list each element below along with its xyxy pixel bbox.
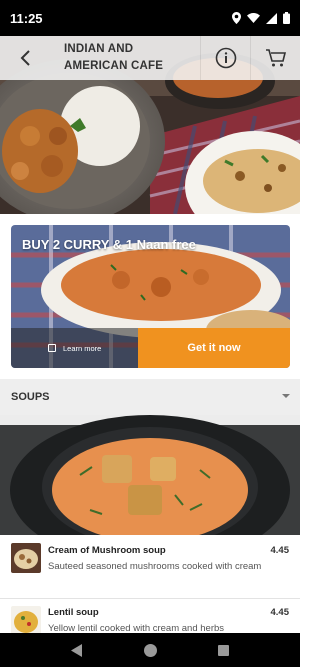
cart-button[interactable] [250, 36, 300, 80]
menu-item-price: 4.45 [270, 545, 290, 556]
promo-banner[interactable]: BUY 2 CURRY & 1 Naan free Learn more Get… [11, 225, 290, 368]
info-icon [215, 47, 236, 69]
back-button[interactable] [0, 36, 50, 80]
menu-item[interactable]: Cream of Mushroom soup 4.45 Sauteed seas… [0, 535, 300, 599]
learn-more-link[interactable]: Learn more [11, 328, 138, 368]
system-nav-bar [0, 633, 300, 667]
location-icon [232, 12, 241, 24]
chevron-down-icon [282, 394, 290, 398]
status-icons [232, 12, 290, 24]
menu-item-price: 4.45 [270, 607, 290, 618]
title-line-1: INDIAN AND [64, 43, 134, 55]
recents-square-icon[interactable] [218, 644, 230, 656]
restaurant-title: INDIAN AND AMERICAN CAFE [50, 41, 200, 75]
section-title: SOUPS [11, 391, 50, 403]
status-bar: 11:25 [0, 0, 300, 36]
signal-icon [266, 12, 277, 24]
learn-more-icon [48, 344, 56, 352]
app-bar: INDIAN AND AMERICAN CAFE [0, 36, 300, 80]
wifi-icon [247, 13, 260, 23]
restaurant-hero: INDIAN AND AMERICAN CAFE [0, 36, 300, 214]
status-time: 11:25 [10, 10, 43, 26]
menu-item-description: Sauteed seasoned mushrooms cooked with c… [48, 561, 262, 572]
get-it-now-button[interactable]: Get it now [138, 328, 290, 368]
back-arrow-icon [20, 50, 30, 66]
promo-title: BUY 2 CURRY & 1 Naan free [22, 237, 196, 252]
title-line-2: AMERICAN CAFE [64, 60, 164, 72]
home-circle-icon[interactable] [143, 643, 157, 657]
cart-icon [265, 49, 286, 67]
learn-more-label: Learn more [63, 343, 102, 353]
menu-item-name: Cream of Mushroom soup [48, 545, 166, 556]
menu-item-name: Lentil soup [48, 607, 99, 618]
promo-actions: Learn more Get it now [11, 328, 290, 368]
info-button[interactable] [200, 36, 250, 80]
section-image [0, 415, 300, 535]
back-triangle-icon[interactable] [70, 643, 83, 657]
soup-bowl-image [0, 415, 300, 535]
section-header-soups[interactable]: SOUPS [0, 379, 300, 415]
battery-icon [283, 12, 290, 24]
